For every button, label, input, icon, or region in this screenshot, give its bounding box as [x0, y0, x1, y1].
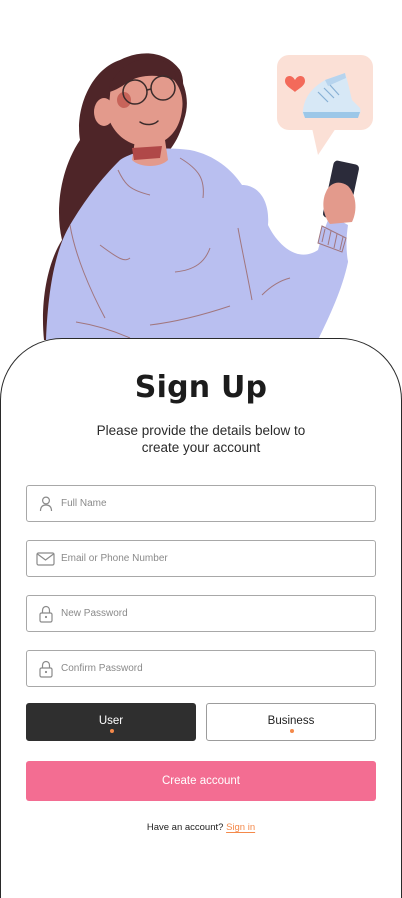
confirm-password-input[interactable]	[61, 651, 361, 686]
page-subtitle: Please provide the details below to crea…	[60, 422, 342, 456]
role-indicator-dot	[290, 729, 294, 733]
sign-in-link[interactable]: Sign in	[226, 822, 255, 833]
email-phone-field[interactable]	[26, 540, 376, 577]
full-name-field[interactable]	[26, 485, 376, 522]
full-name-input[interactable]	[61, 486, 361, 521]
mail-icon	[36, 551, 56, 569]
new-password-input[interactable]	[61, 596, 361, 631]
selected-indicator-dot	[110, 729, 114, 733]
role-business-label: Business	[267, 715, 315, 727]
role-user-label: User	[98, 715, 124, 727]
hero-illustration	[42, 53, 373, 340]
subtitle-line: Please provide the details below to	[96, 423, 306, 438]
new-password-field[interactable]	[26, 595, 376, 632]
lock-icon	[37, 660, 55, 678]
page-title: Sign Up	[134, 370, 268, 405]
email-phone-input[interactable]	[61, 541, 361, 576]
lock-icon	[37, 605, 55, 623]
role-user-button[interactable]: User	[26, 703, 196, 741]
role-business-button[interactable]: Business	[206, 703, 376, 741]
sign-in-row: Have an account? Sign in	[0, 822, 402, 833]
have-account-text: Have an account?	[146, 822, 224, 833]
create-account-button[interactable]: Create account	[26, 761, 376, 801]
speech-bubble	[277, 55, 373, 155]
subtitle-line: create your account	[141, 440, 261, 455]
confirm-password-field[interactable]	[26, 650, 376, 687]
user-icon	[37, 495, 55, 513]
